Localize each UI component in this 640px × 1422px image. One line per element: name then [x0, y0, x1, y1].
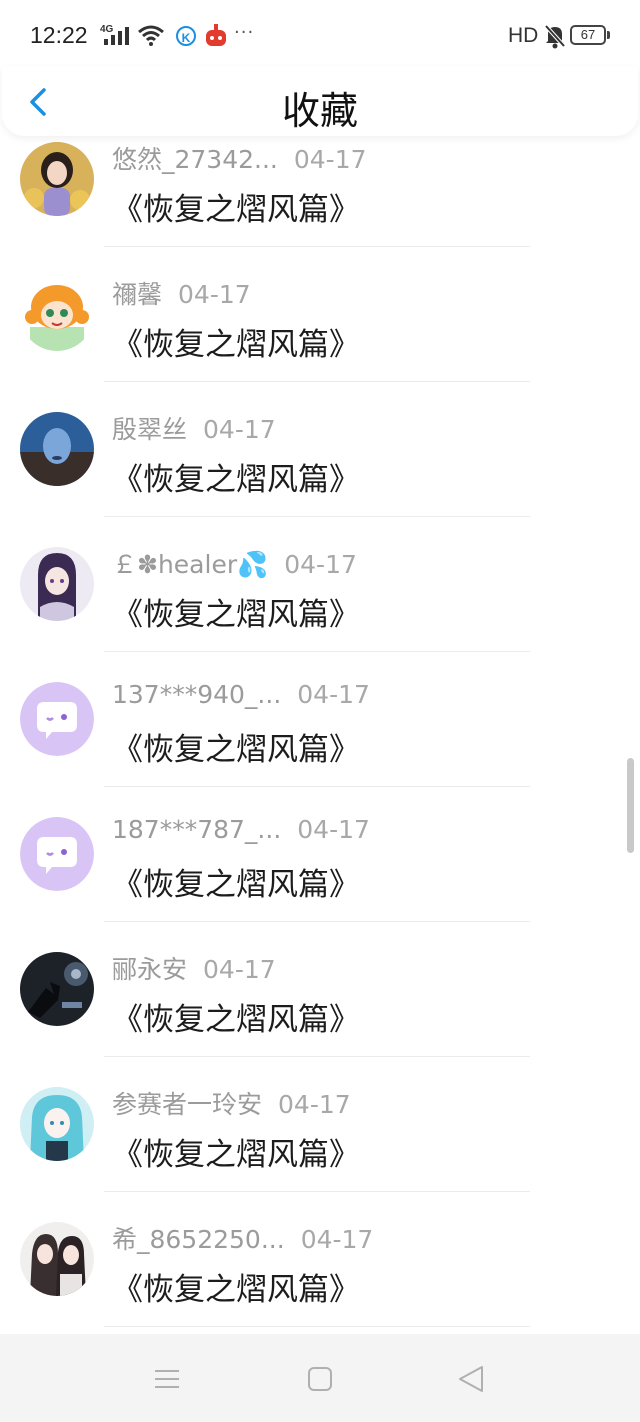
item-title[interactable]: 《恢复之熠风篇》	[112, 184, 360, 229]
scrollbar[interactable]	[627, 758, 634, 853]
page-title: 收藏	[281, 89, 358, 133]
username[interactable]: 殷翠丝	[112, 415, 187, 444]
app-header: 收藏	[2, 66, 638, 136]
meta-line: 187***787_... 04-17	[112, 815, 370, 844]
meta-line: 参赛者一玲安 04-17	[112, 1085, 351, 1121]
avatar[interactable]	[20, 1222, 94, 1296]
meta-line: 殷翠丝 04-17	[112, 410, 276, 446]
item-title[interactable]: 《恢复之熠风篇》	[112, 454, 360, 499]
bell-muted-icon	[544, 24, 566, 49]
list-item[interactable]: 郦永安 04-17 《恢复之熠风篇》	[0, 922, 640, 1057]
date: 04-17	[278, 1090, 351, 1119]
date: 04-17	[284, 550, 357, 579]
meta-line: 希_8652250... 04-17	[112, 1220, 373, 1256]
date: 04-17	[297, 680, 370, 709]
username[interactable]: ￡✽healer💦	[112, 550, 268, 579]
signal-bars-icon	[104, 27, 129, 45]
divider	[104, 1326, 530, 1327]
avatar[interactable]	[20, 682, 94, 756]
avatar[interactable]	[20, 412, 94, 486]
status-bar: 12:22 4G K ··· HD 67	[0, 0, 640, 72]
item-title[interactable]: 《恢复之熠风篇》	[112, 1264, 360, 1309]
meta-line: 禰馨 04-17	[112, 275, 251, 311]
wifi-icon	[138, 25, 164, 46]
username[interactable]: 郦永安	[112, 955, 187, 984]
date: 04-17	[300, 1225, 374, 1254]
list-item[interactable]: 187***787_... 04-17 《恢复之熠风篇》	[0, 787, 640, 922]
item-title[interactable]: 《恢复之熠风篇》	[112, 1129, 360, 1174]
battery-indicator: 67	[570, 25, 606, 45]
avatar[interactable]	[20, 277, 94, 351]
username[interactable]: 禰馨	[112, 280, 162, 309]
avatar[interactable]	[20, 952, 94, 1026]
list-item[interactable]: 禰馨 04-17 《恢复之熠风篇》	[0, 247, 640, 382]
more-notifications-icon: ···	[234, 22, 255, 43]
meta-line: ￡✽healer💦 04-17	[112, 545, 357, 581]
app-notification-icon	[206, 24, 226, 46]
date: 04-17	[293, 145, 367, 174]
k-app-icon: K	[176, 26, 196, 46]
meta-line: 郦永安 04-17	[112, 950, 276, 986]
back-triangle-icon[interactable]	[456, 1364, 486, 1394]
username[interactable]: 137***940_...	[112, 680, 281, 709]
username[interactable]: 希_8652250...	[112, 1225, 285, 1254]
avatar[interactable]	[20, 142, 94, 216]
item-title[interactable]: 《恢复之熠风篇》	[112, 994, 360, 1039]
avatar[interactable]	[20, 1087, 94, 1161]
item-title[interactable]: 《恢复之熠风篇》	[112, 589, 360, 634]
date: 04-17	[203, 955, 276, 984]
system-nav-bar	[0, 1334, 640, 1422]
item-title[interactable]: 《恢复之熠风篇》	[112, 319, 360, 364]
item-title[interactable]: 《恢复之熠风篇》	[112, 724, 360, 769]
list-item[interactable]: 殷翠丝 04-17 《恢复之熠风篇》	[0, 382, 640, 517]
battery-tip	[607, 31, 610, 39]
date: 04-17	[178, 280, 251, 309]
username[interactable]: 悠然_27342...	[112, 145, 278, 174]
item-title[interactable]: 《恢复之熠风篇》	[112, 859, 360, 904]
username[interactable]: 187***787_...	[112, 815, 281, 844]
list-item[interactable]: ￡✽healer💦 04-17 《恢复之熠风篇》	[0, 517, 640, 652]
list-item[interactable]: 参赛者一玲安 04-17 《恢复之熠风篇》	[0, 1057, 640, 1192]
username[interactable]: 参赛者一玲安	[112, 1090, 262, 1119]
list-item[interactable]: 希_8652250... 04-17 《恢复之熠风篇》	[0, 1192, 640, 1327]
meta-line: 137***940_... 04-17	[112, 680, 370, 709]
home-square-icon[interactable]	[305, 1364, 335, 1394]
list-item[interactable]: 137***940_... 04-17 《恢复之熠风篇》	[0, 652, 640, 787]
date: 04-17	[297, 815, 370, 844]
avatar[interactable]	[20, 817, 94, 891]
status-time: 12:22	[30, 22, 88, 48]
date: 04-17	[203, 415, 276, 444]
avatar[interactable]	[20, 547, 94, 621]
menu-icon[interactable]	[152, 1364, 182, 1394]
hd-label: HD	[508, 24, 539, 47]
meta-line: 悠然_27342... 04-17	[112, 140, 367, 176]
